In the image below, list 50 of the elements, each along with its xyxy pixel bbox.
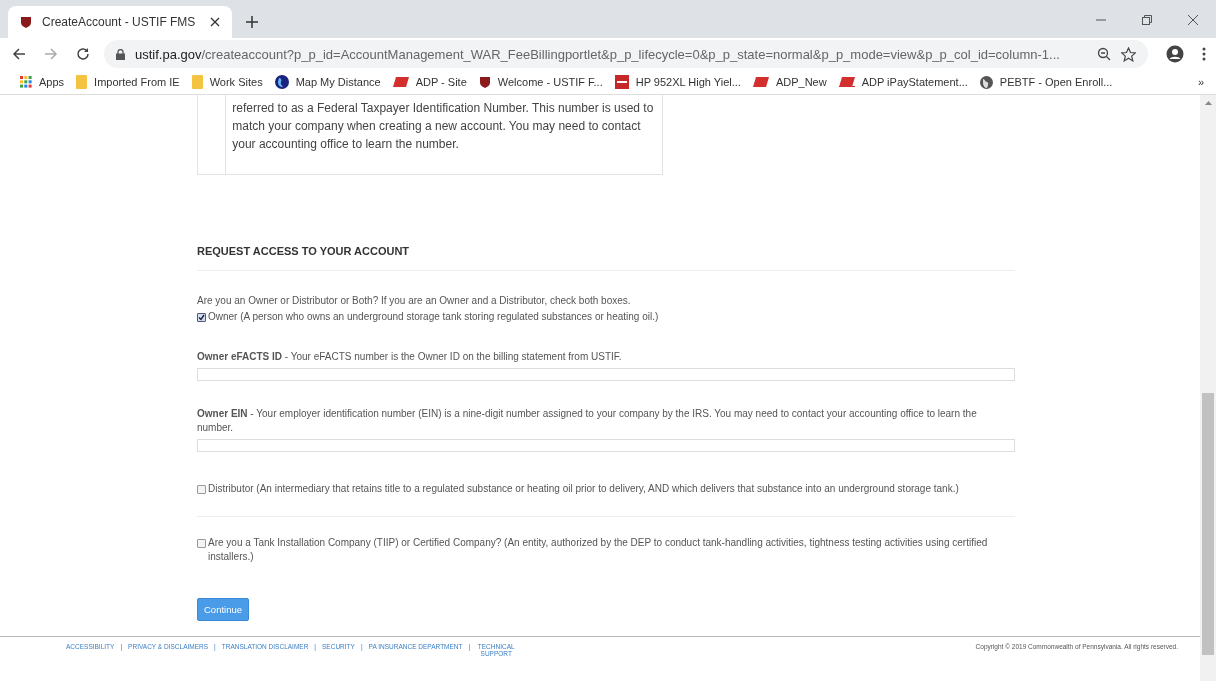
checkbox-label: Distributor (An intermediary that retains title to a regulated substance or heating oil prior to delivery, AND which delivers that substance into an underground storage tank.) — [208, 482, 959, 496]
shield-icon — [20, 16, 32, 28]
bookmark-item[interactable]: ADP_New — [752, 76, 827, 88]
lock-icon — [116, 48, 125, 60]
browser-tab[interactable]: CreateAccount - USTIF FMS — [8, 6, 232, 38]
bookmark-item[interactable]: Map My Distance — [274, 75, 381, 89]
info-text: referred to as a Federal Taxpayer Identification Number. This number is used to match your company when creating a new account. You may need to contact your accounting office to learn the number. — [231, 100, 655, 153]
folder-icon — [191, 75, 203, 89]
section-heading: REQUEST ACCESS TO YOUR ACCOUNT — [197, 245, 1015, 271]
field-label: Owner EIN - Your employer identification number (EIN) is a nine-digit number assigned to your company by the IRS. You may need to contact your accounting office to learn the number. — [197, 407, 978, 435]
checkbox[interactable] — [197, 313, 206, 322]
logo-icon — [752, 77, 769, 87]
checkbox-label: Owner (A person who owns an underground storage tank storing regulated substances or heating oil.) — [208, 310, 659, 324]
back-icon[interactable] — [12, 47, 26, 61]
store-icon — [614, 75, 629, 89]
bookmark-item[interactable]: Work Sites — [191, 75, 263, 89]
folder-icon — [76, 75, 88, 89]
logo-icon — [838, 77, 855, 87]
shield-icon — [478, 76, 491, 88]
bookmark-item[interactable]: ADP iPayStatement... — [838, 76, 968, 88]
scrollbar-thumb[interactable] — [1202, 393, 1214, 655]
zoom-out-icon[interactable] — [1097, 47, 1111, 61]
globe-icon — [274, 75, 289, 89]
input-field[interactable] — [197, 368, 1015, 381]
bookmark-item[interactable]: HP 952XL High Yiel... — [614, 75, 741, 89]
scroll-up-icon[interactable] — [1204, 101, 1212, 105]
input-field[interactable] — [197, 439, 1015, 452]
restore-icon[interactable] — [1141, 14, 1153, 26]
menu-icon[interactable] — [1202, 47, 1206, 61]
bookmark-item[interactable]: ADP - Site — [392, 76, 467, 88]
address-bar[interactable]: ustif.pa.gov/createaccount?p_p_id=AccountManagement_WAR_FeeBillingportlet&p_p_lifecycle=0&p_p_state=normal&p_p_mode=view&p_p_col_id=column-1... — [104, 40, 1148, 68]
bookmark-item[interactable]: PEBTF - Open Enroll... — [979, 75, 1113, 89]
apps-grid-icon — [20, 76, 32, 88]
bookmark-item[interactable]: Welcome - USTIF F... — [478, 76, 603, 88]
more-bookmarks[interactable]: » — [1197, 76, 1204, 88]
close-icon[interactable] — [1187, 14, 1199, 26]
close-icon[interactable] — [210, 17, 220, 27]
star-icon[interactable] — [1121, 46, 1136, 62]
checkbox[interactable] — [197, 539, 206, 548]
checkbox[interactable] — [197, 485, 206, 494]
new-tab-icon[interactable] — [246, 16, 258, 28]
logo-icon — [392, 77, 409, 87]
checkbox-label: Are you a Tank Installation Company (TIIP) or Certified Company? (An entity, authorized by the DEP to conduct tank-handling activities, tightness testing activities using certified installers.) — [208, 536, 989, 564]
field-label: Owner eFACTS ID - Your eFACTS number is the Owner ID on the billing statement from USTIF. — [197, 350, 623, 364]
bookmark-item[interactable]: Apps — [20, 76, 65, 88]
globe-icon — [979, 75, 993, 89]
reload-icon[interactable] — [76, 47, 90, 61]
intro-text: Are you an Owner or Distributor or Both? If you are an Owner and a Distributor, check both boxes. — [197, 295, 632, 306]
account-icon[interactable] — [1166, 45, 1184, 63]
bookmark-item[interactable]: Imported From IE — [76, 75, 180, 89]
